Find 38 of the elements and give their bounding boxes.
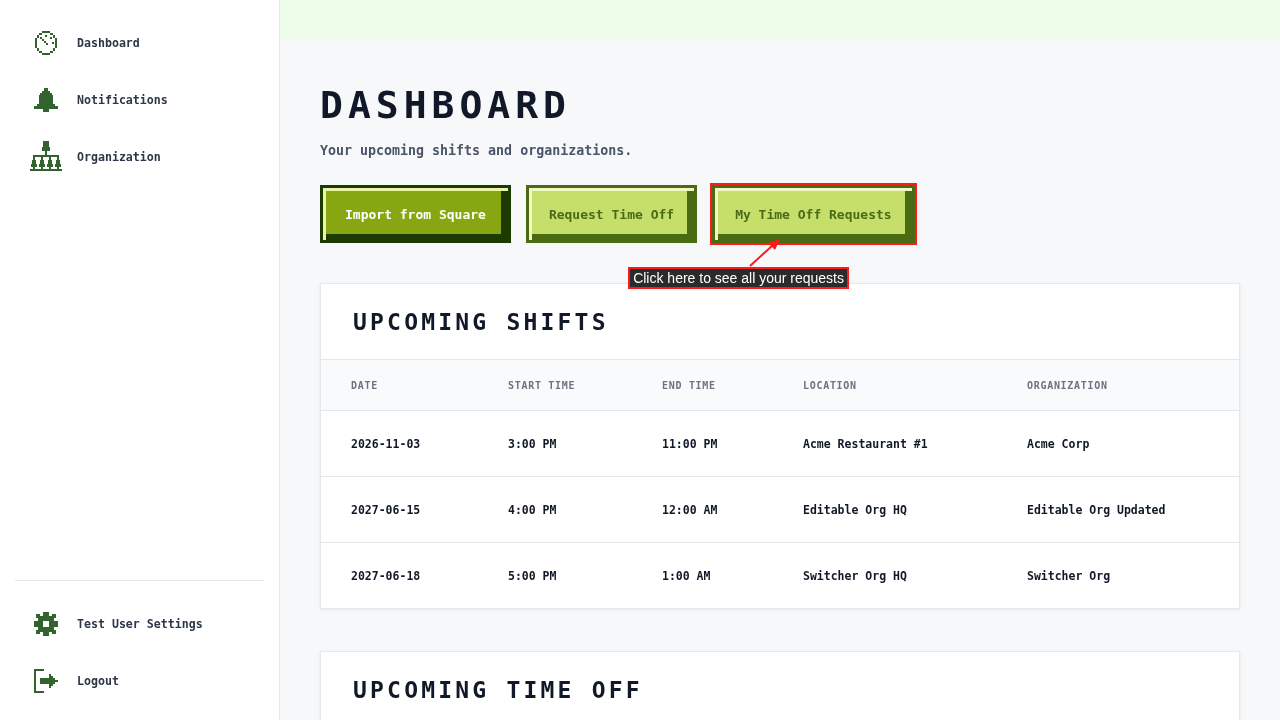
gauge-icon (34, 30, 58, 55)
card-title: UPCOMING TIME OFF (353, 676, 643, 703)
table-cell: 5:00 PM (508, 542, 662, 608)
table-cell: 1:00 AM (662, 542, 803, 608)
nav-item[interactable]: Logout (0, 652, 127, 709)
column-header: END TIME (662, 359, 803, 411)
table-cell: 2027-06-18 (321, 542, 508, 608)
column-header: ORGANIZATION (1027, 359, 1239, 411)
table-cell: 2027-06-15 (321, 476, 508, 543)
org-chart-icon (30, 140, 62, 173)
table-cell: 12:00 AM (662, 476, 803, 543)
nav-item[interactable]: Test User Settings (0, 595, 211, 652)
page-subtitle: Your upcoming shifts and organizations. (320, 142, 633, 160)
table-cell: Switcher Org (1027, 542, 1239, 608)
table-cell: Editable Org Updated (1027, 476, 1239, 543)
table-cell: Switcher Org HQ (803, 542, 1027, 608)
table-cell: 3:00 PM (508, 410, 662, 477)
table-cell: 11:00 PM (662, 410, 803, 477)
table-cell: Acme Restaurant #1 (803, 410, 1027, 477)
bell-icon (34, 87, 58, 112)
tooltip: Click here to see all your requests (628, 267, 849, 289)
table-cell: Acme Corp (1027, 410, 1239, 477)
table-cell: 2026-11-03 (321, 410, 508, 477)
nav-item[interactable]: Notifications (0, 71, 176, 128)
settings-icon (34, 611, 58, 636)
column-header: DATE (321, 359, 508, 411)
arrow-icon (749, 239, 781, 267)
table-cell: Editable Org HQ (803, 476, 1027, 543)
action-button[interactable]: My Time Off Requests (712, 185, 915, 243)
table-cell: 4:00 PM (508, 476, 662, 543)
card-title: UPCOMING SHIFTS (353, 308, 609, 335)
column-header: LOCATION (803, 359, 1027, 411)
action-button[interactable]: Request Time Off (525, 185, 698, 243)
page-title: DASHBOARD (320, 83, 571, 127)
nav-item[interactable]: Dashboard (0, 14, 148, 71)
nav-item[interactable]: Organization (0, 128, 169, 185)
logout-icon (34, 668, 58, 693)
column-header: START TIME (508, 359, 662, 411)
